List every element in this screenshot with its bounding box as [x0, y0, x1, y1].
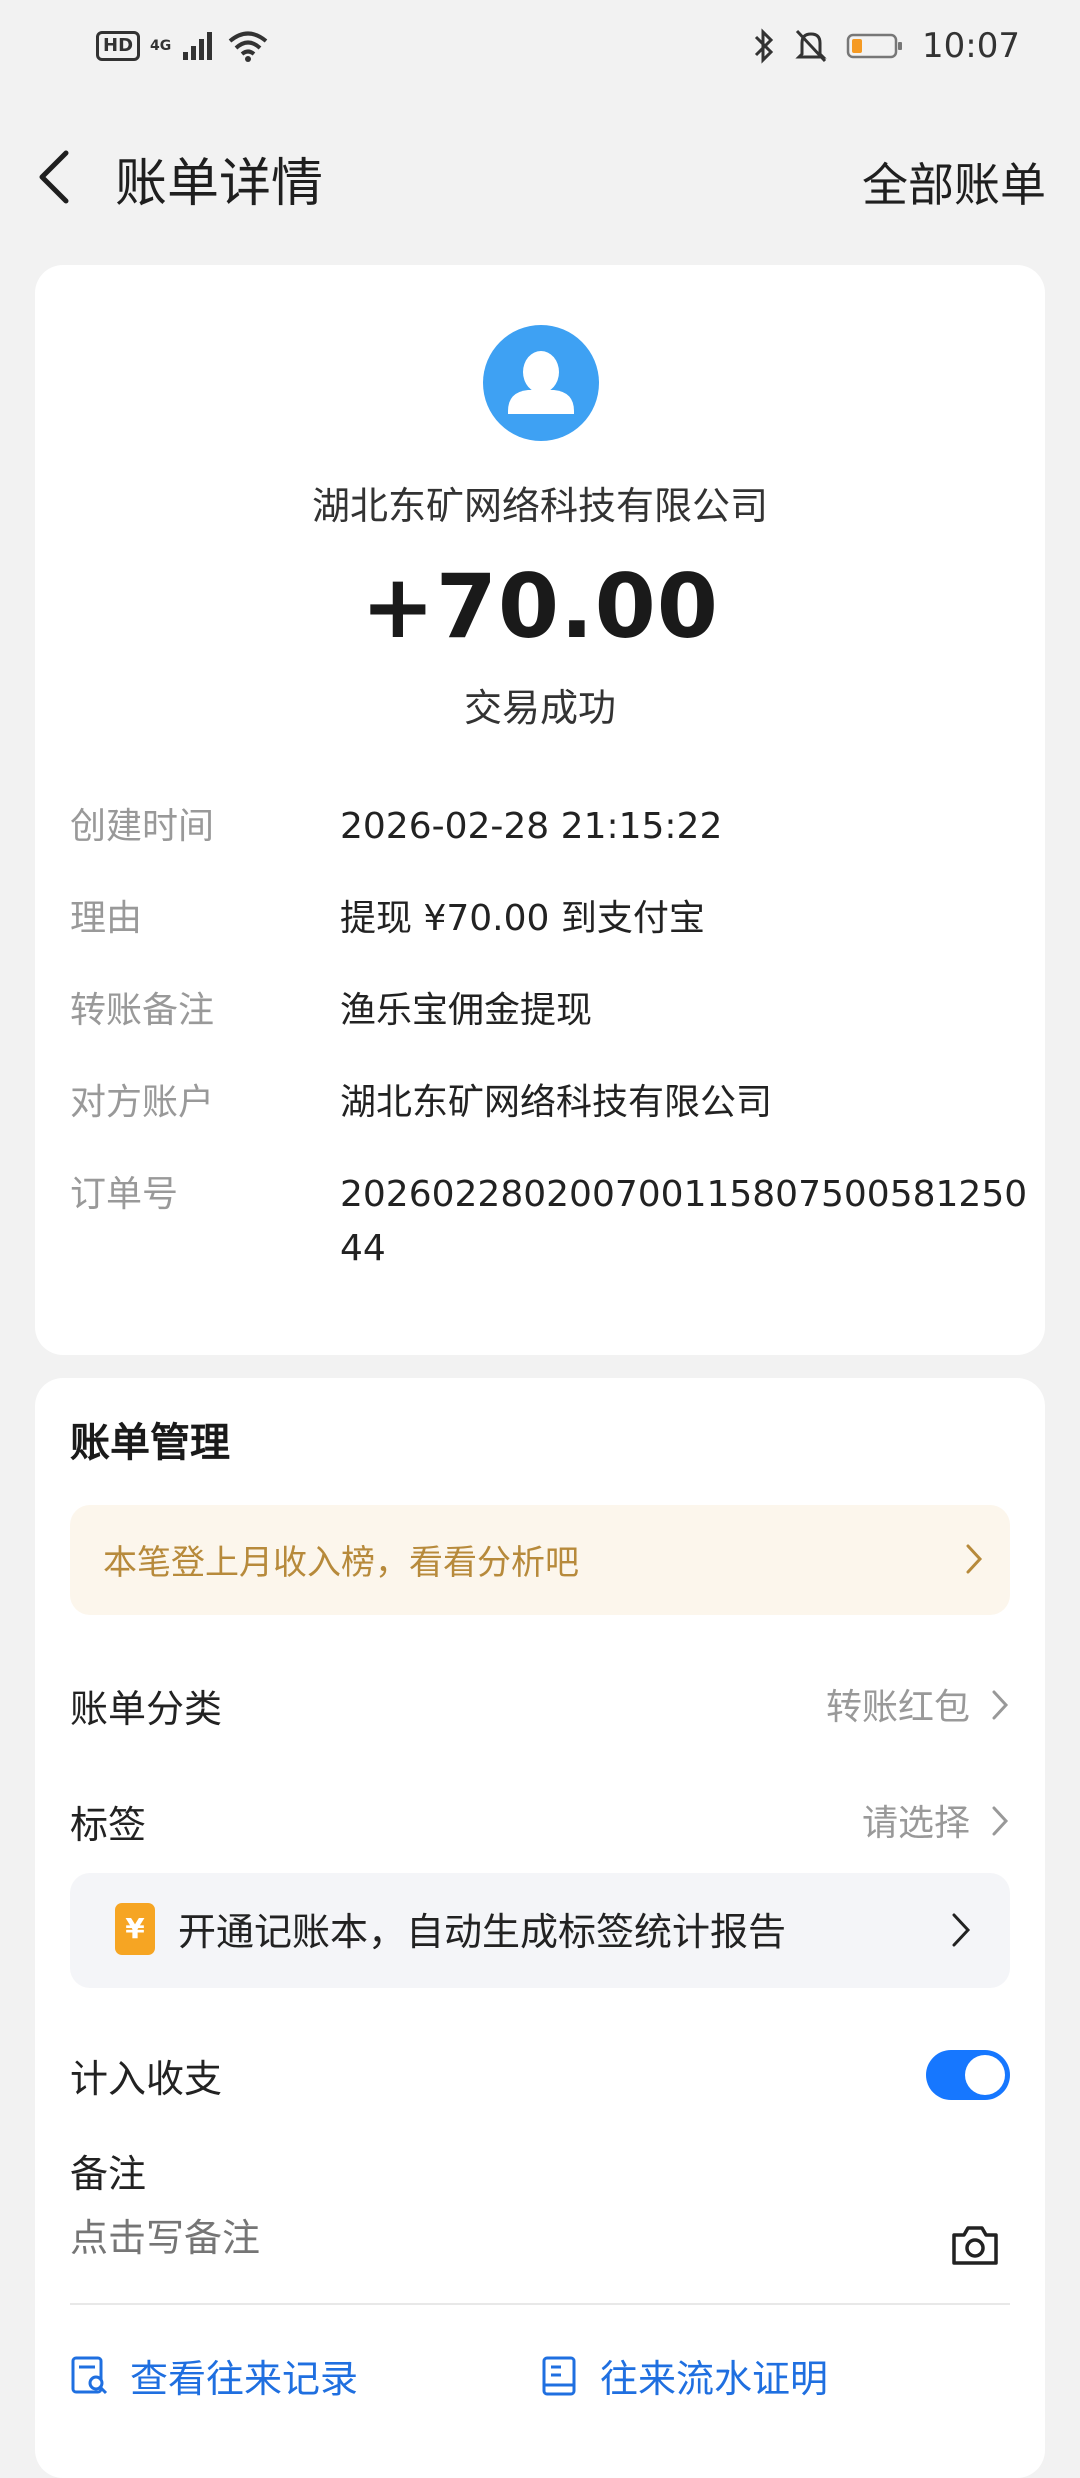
bill-summary-card: 湖北东矿网络科技有限公司 +70.00 交易成功 创建时间 2026-02-28…	[35, 265, 1045, 1355]
view-records-link[interactable]: 查看往来记录	[70, 2348, 358, 2403]
yuan-ticket-icon: ¥	[115, 1903, 155, 1955]
counterparty-name: 湖北东矿网络科技有限公司	[311, 484, 768, 528]
link-label: 查看往来记录	[130, 2357, 359, 2401]
transaction-status: 交易成功	[463, 686, 616, 730]
detail-value: 2026-02-28 21:15:22	[340, 806, 723, 847]
detail-label: 对方账户	[70, 1082, 215, 1123]
chevron-right-icon	[992, 1690, 1009, 1720]
chevron-right-icon	[992, 1806, 1009, 1836]
detail-label: 订单号	[70, 1174, 179, 1215]
user-icon	[508, 351, 574, 414]
mute-bell-icon	[795, 29, 827, 63]
row-label: 标签	[70, 1803, 147, 1847]
open-bookkeeping-banner[interactable]: ¥ 开通记账本，自动生成标签统计报告	[70, 1873, 1010, 1988]
avatar	[483, 325, 599, 441]
records-search-icon	[71, 2356, 108, 2394]
bluetooth-icon	[754, 28, 774, 64]
hd-badge: HD	[96, 31, 141, 61]
status-right: 10:07	[752, 26, 1020, 66]
detail-value: 渔乐宝佣金提现	[340, 990, 593, 1031]
section-title: 账单管理	[70, 1420, 230, 1466]
document-icon	[542, 2356, 576, 2395]
bill-category-row[interactable]: 账单分类 转账红包	[70, 1668, 1010, 1738]
tag-row[interactable]: 标签 请选择	[70, 1784, 1010, 1854]
chevron-right-icon	[952, 1913, 971, 1947]
banner-text: 本笔登上月收入榜，看看分析吧	[103, 1543, 579, 1583]
toggle-knob	[965, 2055, 1005, 2095]
detail-value: 提现 ¥70.00 到支付宝	[340, 898, 705, 939]
detail-label: 理由	[70, 898, 143, 939]
nav-header: 账单详情 全部账单	[0, 105, 1080, 245]
detail-value[interactable]: 202602280200700115807500581250 44	[340, 1168, 1030, 1276]
status-time: 10:07	[922, 26, 1020, 66]
chevron-right-icon	[966, 1544, 983, 1574]
back-arrow-icon[interactable]	[30, 147, 82, 207]
row-label: 账单分类	[70, 1687, 223, 1731]
battery-icon	[846, 33, 903, 59]
note-input[interactable]	[70, 2216, 670, 2260]
network-type: 4G	[150, 38, 172, 54]
divider	[70, 2303, 1010, 2305]
bill-management-card: 账单管理 本笔登上月收入榜，看看分析吧 账单分类 转账红包 标签 请选择 ¥ 开…	[35, 1378, 1045, 2478]
all-bills-link[interactable]: 全部账单	[862, 149, 1046, 215]
bill-amount: +70.00	[360, 555, 720, 658]
row-value: 转账红包	[825, 1687, 970, 1728]
include-in-stats-row: 计入收支	[70, 2038, 1010, 2108]
row-value: 请选择	[861, 1803, 970, 1844]
include-in-stats-toggle[interactable]	[926, 2050, 1010, 2100]
link-label: 往来流水证明	[600, 2357, 829, 2401]
income-rank-banner[interactable]: 本笔登上月收入榜，看看分析吧	[70, 1505, 1010, 1615]
status-left: HD 4G	[96, 30, 269, 62]
banner-text: 开通记账本，自动生成标签统计报告	[178, 1910, 787, 1954]
row-label: 计入收支	[70, 2057, 223, 2101]
camera-icon[interactable]	[950, 2223, 1000, 2267]
note-label: 备注	[70, 2152, 147, 2196]
detail-label: 转账备注	[70, 990, 215, 1031]
status-bar: HD 4G 10:07	[0, 0, 1080, 105]
signal-icon	[183, 32, 213, 60]
page-title: 账单详情	[115, 154, 324, 214]
detail-value: 湖北东矿网络科技有限公司	[340, 1082, 773, 1123]
wifi-icon	[228, 31, 268, 62]
detail-label: 创建时间	[70, 806, 215, 847]
transaction-proof-link[interactable]: 往来流水证明	[540, 2348, 828, 2403]
